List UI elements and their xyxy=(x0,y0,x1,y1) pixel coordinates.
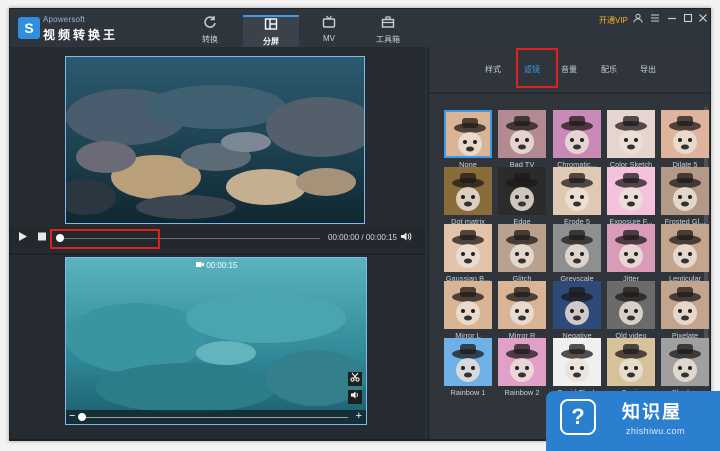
time-separator: / xyxy=(361,233,364,242)
filter-thumbnail[interactable] xyxy=(661,110,709,158)
tab-music[interactable]: 配乐 xyxy=(601,64,617,75)
maximize-icon[interactable] xyxy=(681,13,695,27)
menu-icon[interactable] xyxy=(648,13,662,27)
app-name-en: Apowersoft xyxy=(43,15,86,24)
app-name-cn: 视频转换王 xyxy=(43,28,119,42)
app-window: S Apowersoft 视频转换王 转换 分屏 MV 工具箱 开通VIP 00… xyxy=(9,8,711,441)
filter-thumbnail[interactable] xyxy=(444,110,492,158)
filter-thumbnail[interactable] xyxy=(607,110,655,158)
output-video-preview[interactable]: 00:00:15 − + xyxy=(65,257,367,425)
filter-label: Rainbow 2 xyxy=(504,388,540,397)
filter-label: Rainbow 1 xyxy=(450,388,486,397)
filter-thumbnail[interactable] xyxy=(607,224,655,272)
filter-thumbnail[interactable] xyxy=(607,167,655,215)
filter-thumbnail[interactable] xyxy=(444,224,492,272)
edit-panel: 样式 滤镜 音量 配乐 导出 None Bad TV Chromatic... Col… xyxy=(428,47,710,440)
close-icon[interactable] xyxy=(696,13,710,27)
filter-thumbnail[interactable] xyxy=(498,224,546,272)
trim-track[interactable] xyxy=(80,417,348,418)
nav-tab-split-screen[interactable]: 分屏 xyxy=(243,15,299,47)
filter-thumbnail[interactable] xyxy=(553,281,601,329)
app-logo-icon: S xyxy=(18,17,40,39)
refresh-icon xyxy=(182,15,238,33)
coral-reef-image xyxy=(66,57,364,223)
title-bar: S Apowersoft 视频转换王 转换 分屏 MV 工具箱 开通VIP xyxy=(10,9,710,47)
volume-icon[interactable] xyxy=(400,231,412,245)
filter-thumbnail[interactable] xyxy=(553,110,601,158)
scissors-icon[interactable] xyxy=(348,372,362,386)
nav-tab-toolbox[interactable]: 工具箱 xyxy=(360,15,416,47)
current-time: 00:00:00 xyxy=(328,233,360,242)
time-display: 00:00:00 / 00:00:15 xyxy=(328,233,397,242)
playback-controls: 00:00:00 / 00:00:15 xyxy=(10,227,425,249)
filter-thumbnail[interactable] xyxy=(661,281,709,329)
clip-volume-icon[interactable] xyxy=(348,390,362,404)
trim-bar: − + xyxy=(66,410,366,424)
stop-icon[interactable] xyxy=(37,231,47,245)
total-duration: 00:00:15 xyxy=(365,233,397,242)
nav-tab-label: 工具箱 xyxy=(376,35,400,44)
tab-export[interactable]: 导出 xyxy=(640,64,656,75)
nav-tab-convert[interactable]: 转换 xyxy=(182,15,238,47)
divider xyxy=(10,253,425,255)
trim-handle[interactable] xyxy=(78,413,86,421)
toolbox-icon xyxy=(360,15,416,33)
split-screen-icon xyxy=(243,17,299,35)
watermark-badge: ? 知识屋 zhishiwu.com xyxy=(546,391,720,451)
filter-thumbnail[interactable] xyxy=(444,338,492,386)
filter-thumbnail[interactable] xyxy=(553,338,601,386)
camera-icon xyxy=(196,261,206,270)
tab-volume[interactable]: 音量 xyxy=(561,64,577,75)
panel-divider xyxy=(429,92,710,94)
zoom-in-button[interactable]: + xyxy=(356,410,362,423)
user-icon[interactable] xyxy=(631,13,645,27)
minimize-icon[interactable] xyxy=(665,13,679,27)
screenshot-frame: S Apowersoft 视频转换王 转换 分屏 MV 工具箱 开通VIP 00… xyxy=(0,0,720,451)
filter-thumbnail[interactable] xyxy=(661,224,709,272)
filter-thumbnail[interactable] xyxy=(498,110,546,158)
zoom-out-button[interactable]: − xyxy=(69,410,75,423)
filtered-reef-image xyxy=(66,258,366,424)
nav-tab-label: MV xyxy=(323,34,335,43)
tv-icon xyxy=(301,15,357,33)
watermark-url: zhishiwu.com xyxy=(626,426,685,436)
nav-tab-mv[interactable]: MV xyxy=(301,15,357,47)
clip-duration-label: 00:00:15 xyxy=(206,261,238,270)
nav-tab-label: 转换 xyxy=(202,35,218,44)
vip-link[interactable]: 开通VIP xyxy=(599,15,628,26)
filter-thumbnail[interactable] xyxy=(444,281,492,329)
question-icon: ? xyxy=(560,399,596,435)
filter-thumbnail[interactable] xyxy=(498,338,546,386)
filter-thumbnail[interactable] xyxy=(553,167,601,215)
filter-thumbnail[interactable] xyxy=(661,167,709,215)
source-video-preview[interactable] xyxy=(65,56,365,224)
preview-area: 00:00:00 / 00:00:15 00:00:15 − + xyxy=(10,47,425,440)
watermark-title: 知识屋 xyxy=(622,402,682,422)
tab-style[interactable]: 样式 xyxy=(485,64,501,75)
filter-thumbnail[interactable] xyxy=(498,167,546,215)
highlight-box-seek xyxy=(50,229,160,249)
filter-thumbnail[interactable] xyxy=(607,281,655,329)
filter-thumbnail[interactable] xyxy=(498,281,546,329)
filter-thumbnail[interactable] xyxy=(661,338,709,386)
nav-tab-label: 分屏 xyxy=(263,37,279,46)
play-icon[interactable] xyxy=(18,231,28,245)
highlight-box-filter-tab xyxy=(516,48,558,88)
filter-thumbnail[interactable] xyxy=(607,338,655,386)
filter-thumbnail[interactable] xyxy=(444,167,492,215)
clip-duration: 00:00:15 xyxy=(196,261,237,270)
filter-thumbnail[interactable] xyxy=(553,224,601,272)
